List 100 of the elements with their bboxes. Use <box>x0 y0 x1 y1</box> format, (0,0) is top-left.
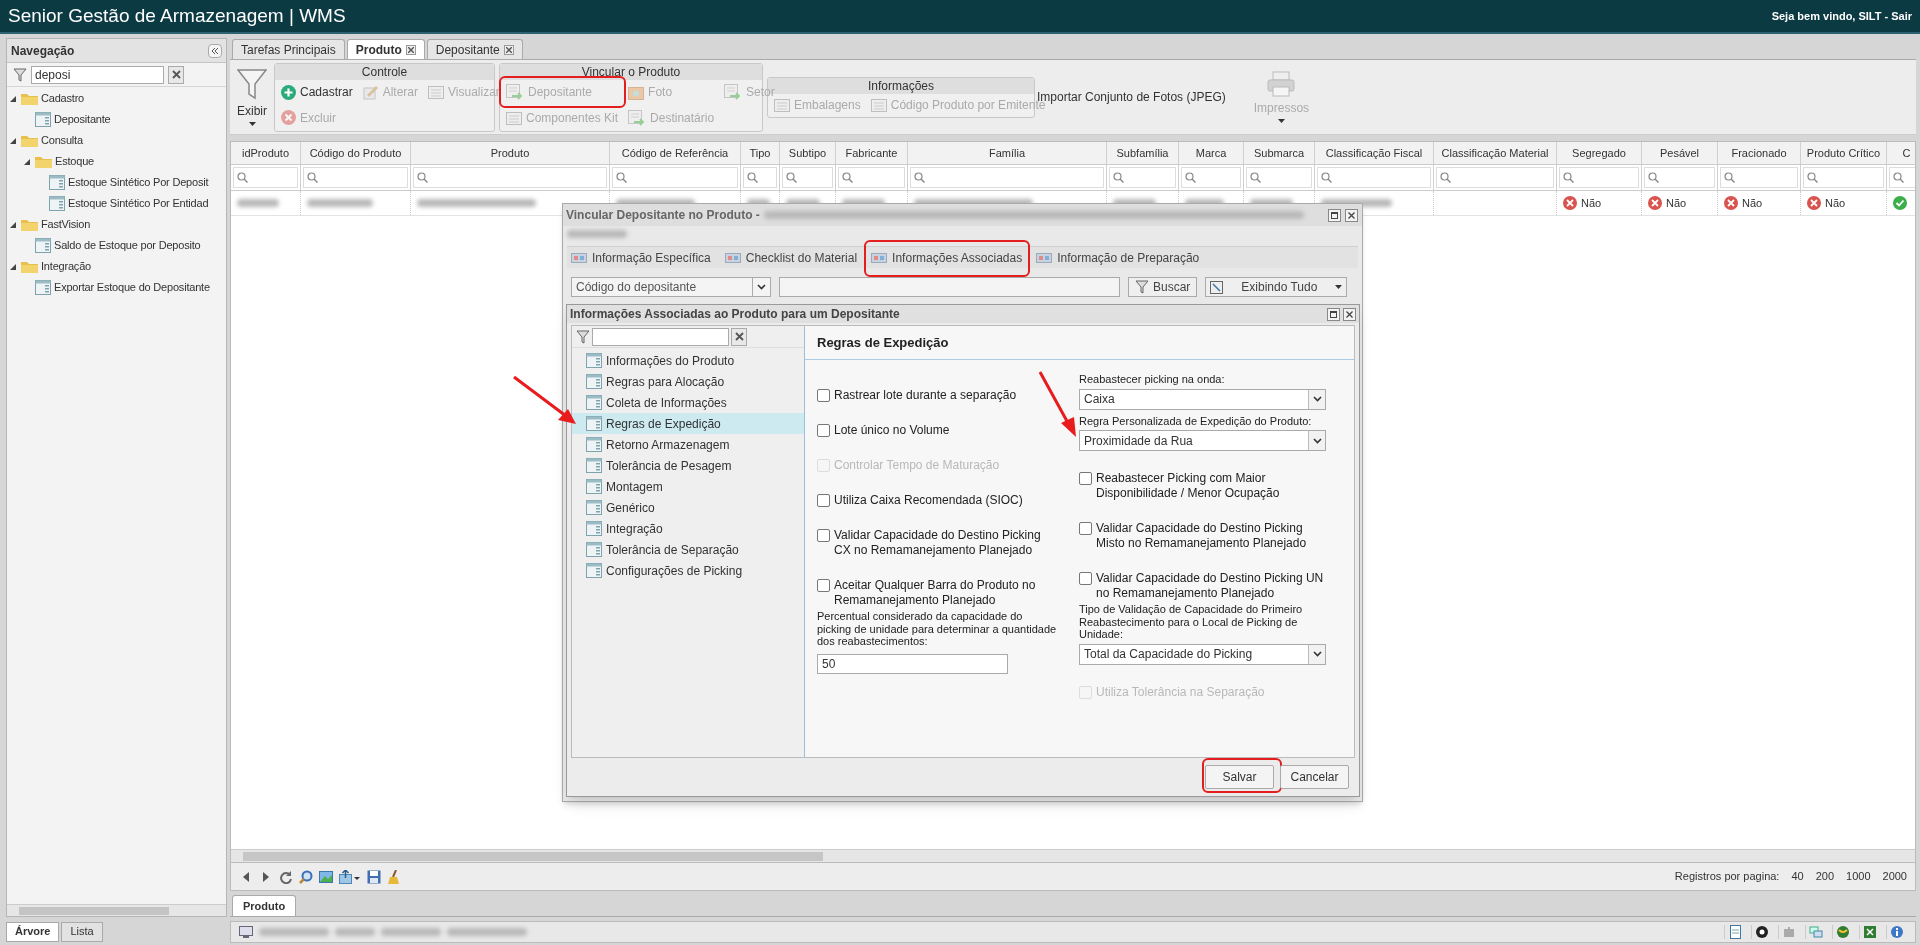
checkbox[interactable] <box>817 529 830 542</box>
filter-field[interactable] <box>1803 167 1884 188</box>
column-header[interactable]: Código do Produto <box>301 142 411 164</box>
filter-field[interactable] <box>838 167 905 188</box>
dropdown[interactable]: Caixa <box>1079 388 1326 410</box>
tree-item[interactable]: Estoque <box>55 153 94 170</box>
list-item[interactable]: Integração <box>572 518 804 539</box>
tab[interactable]: Depositante <box>426 39 523 59</box>
column-header[interactable]: Marca <box>1179 142 1244 164</box>
tree-item[interactable]: Estoque Sintético Por Entidad <box>68 195 209 212</box>
toolbar-button[interactable]: Informações Associadas <box>871 248 1023 267</box>
tree-item[interactable]: Depositante <box>54 111 111 128</box>
search-field[interactable] <box>779 277 1120 297</box>
search-button[interactable]: Buscar <box>1128 277 1198 297</box>
checkbox[interactable] <box>817 579 830 592</box>
filter-button[interactable]: Exibir <box>234 63 270 131</box>
filter-field[interactable] <box>612 167 738 188</box>
broom-button[interactable] <box>387 869 401 884</box>
toolbar-button[interactable]: Checklist do Material <box>724 248 858 267</box>
column-header[interactable]: Pesável <box>1642 142 1718 164</box>
checkbox[interactable] <box>817 424 830 437</box>
tree-item[interactable]: Consulta <box>41 132 83 149</box>
checkbox[interactable] <box>1079 572 1092 585</box>
list-item[interactable]: Tolerância de Separação <box>572 539 804 560</box>
scrollbar-thumb[interactable] <box>19 906 169 915</box>
list-item[interactable]: Regras para Alocação <box>572 371 804 392</box>
list-item[interactable]: Regras de Expedição <box>572 413 804 434</box>
export-button[interactable] <box>339 869 361 884</box>
page-size-link[interactable]: 1000 <box>1846 868 1871 885</box>
filter-field[interactable] <box>1317 167 1431 188</box>
column-header[interactable]: idProduto <box>231 142 301 164</box>
clear-button[interactable] <box>168 65 184 84</box>
close-button[interactable] <box>1345 208 1358 222</box>
checkbox[interactable] <box>1079 522 1092 535</box>
search-field[interactable]: deposi <box>31 65 164 84</box>
tab[interactable]: Produto <box>232 895 297 916</box>
tab[interactable]: Tarefas Principais <box>232 39 345 59</box>
list-item[interactable]: Tolerância de Pesagem <box>572 455 804 476</box>
tree-item[interactable]: Saldo de Estoque por Deposito <box>54 237 201 254</box>
tab[interactable]: Árvore <box>6 921 60 942</box>
filter-field[interactable] <box>743 167 777 188</box>
column-header[interactable]: Segregado <box>1557 142 1642 164</box>
toolbar-button[interactable]: Informação Específica <box>571 248 711 267</box>
dialog-button[interactable]: Cancelar <box>1280 765 1349 789</box>
list-item[interactable]: Informações do Produto <box>572 350 804 371</box>
tree-item[interactable]: Exportar Estoque do Depositante <box>54 279 210 296</box>
tree-item[interactable]: FastVision <box>41 216 91 233</box>
checkbox[interactable] <box>1079 472 1092 485</box>
dialog-button[interactable]: Salvar <box>1205 765 1274 789</box>
page-size-link[interactable]: 40 <box>1791 868 1804 885</box>
filter-field[interactable] <box>1181 167 1241 188</box>
filter-field[interactable] <box>413 167 607 188</box>
filter-field[interactable] <box>1889 167 1915 188</box>
column-header[interactable]: C <box>1887 142 1915 164</box>
search-field[interactable] <box>592 327 729 346</box>
filter-field[interactable] <box>1246 167 1312 188</box>
clear-button[interactable] <box>731 327 747 346</box>
image-button[interactable] <box>319 869 333 884</box>
column-header[interactable]: Produto Crítico <box>1801 142 1887 164</box>
column-header[interactable]: Subtipo <box>780 142 836 164</box>
toolbar-button[interactable]: Cadastrar <box>281 83 353 102</box>
filter-field[interactable] <box>233 167 298 188</box>
tree-item[interactable]: Estoque Sintético Por Deposit <box>68 174 209 191</box>
filter-field[interactable] <box>1644 167 1715 188</box>
list-item[interactable]: Coleta de Informações <box>572 392 804 413</box>
filter-field[interactable] <box>910 167 1104 188</box>
refresh-button[interactable] <box>279 869 293 884</box>
view-button[interactable]: Exibindo Tudo <box>1205 277 1348 297</box>
tab[interactable]: Lista <box>61 921 103 942</box>
list-item[interactable]: Montagem <box>572 476 804 497</box>
list-item[interactable]: Genérico <box>572 497 804 518</box>
list-item[interactable]: Retorno Armazenagem <box>572 434 804 455</box>
list-item[interactable]: Configurações de Picking <box>572 560 804 581</box>
page-size-link[interactable]: 2000 <box>1882 868 1907 885</box>
column-header[interactable]: Fabricante <box>836 142 908 164</box>
column-header[interactable]: Fracionado <box>1718 142 1801 164</box>
number-field[interactable]: 50 <box>817 653 1008 674</box>
filter-field[interactable] <box>303 167 408 188</box>
column-header[interactable]: Subfamília <box>1107 142 1179 164</box>
column-header[interactable]: Família <box>908 142 1107 164</box>
dropdown[interactable]: Total da Capacidade do Picking <box>1079 643 1326 665</box>
toolbar-button[interactable]: Informação de Preparação <box>1036 248 1200 267</box>
collapse-button[interactable] <box>208 43 222 58</box>
filter-field[interactable] <box>1436 167 1554 188</box>
dropdown[interactable]: Proximidade da Rua <box>1079 430 1326 451</box>
maximize-button[interactable] <box>1328 208 1341 222</box>
logout-link[interactable]: Sair <box>1891 7 1912 25</box>
column-header[interactable]: Classificação Fiscal <box>1315 142 1434 164</box>
windows-button[interactable] <box>1805 925 1826 939</box>
dropdown[interactable]: Código do depositante <box>571 277 771 297</box>
search-button[interactable] <box>299 869 313 884</box>
tree-item[interactable]: Cadastro <box>41 90 85 107</box>
column-header[interactable]: Classificação Material <box>1434 142 1557 164</box>
page-size-link[interactable]: 200 <box>1815 868 1835 885</box>
tree-item[interactable]: Integração <box>41 258 91 275</box>
column-header[interactable]: Submarca <box>1244 142 1315 164</box>
checkbox[interactable] <box>817 389 830 402</box>
filter-field[interactable] <box>1720 167 1798 188</box>
close-button[interactable] <box>503 44 514 55</box>
maximize-button[interactable] <box>1327 307 1340 321</box>
